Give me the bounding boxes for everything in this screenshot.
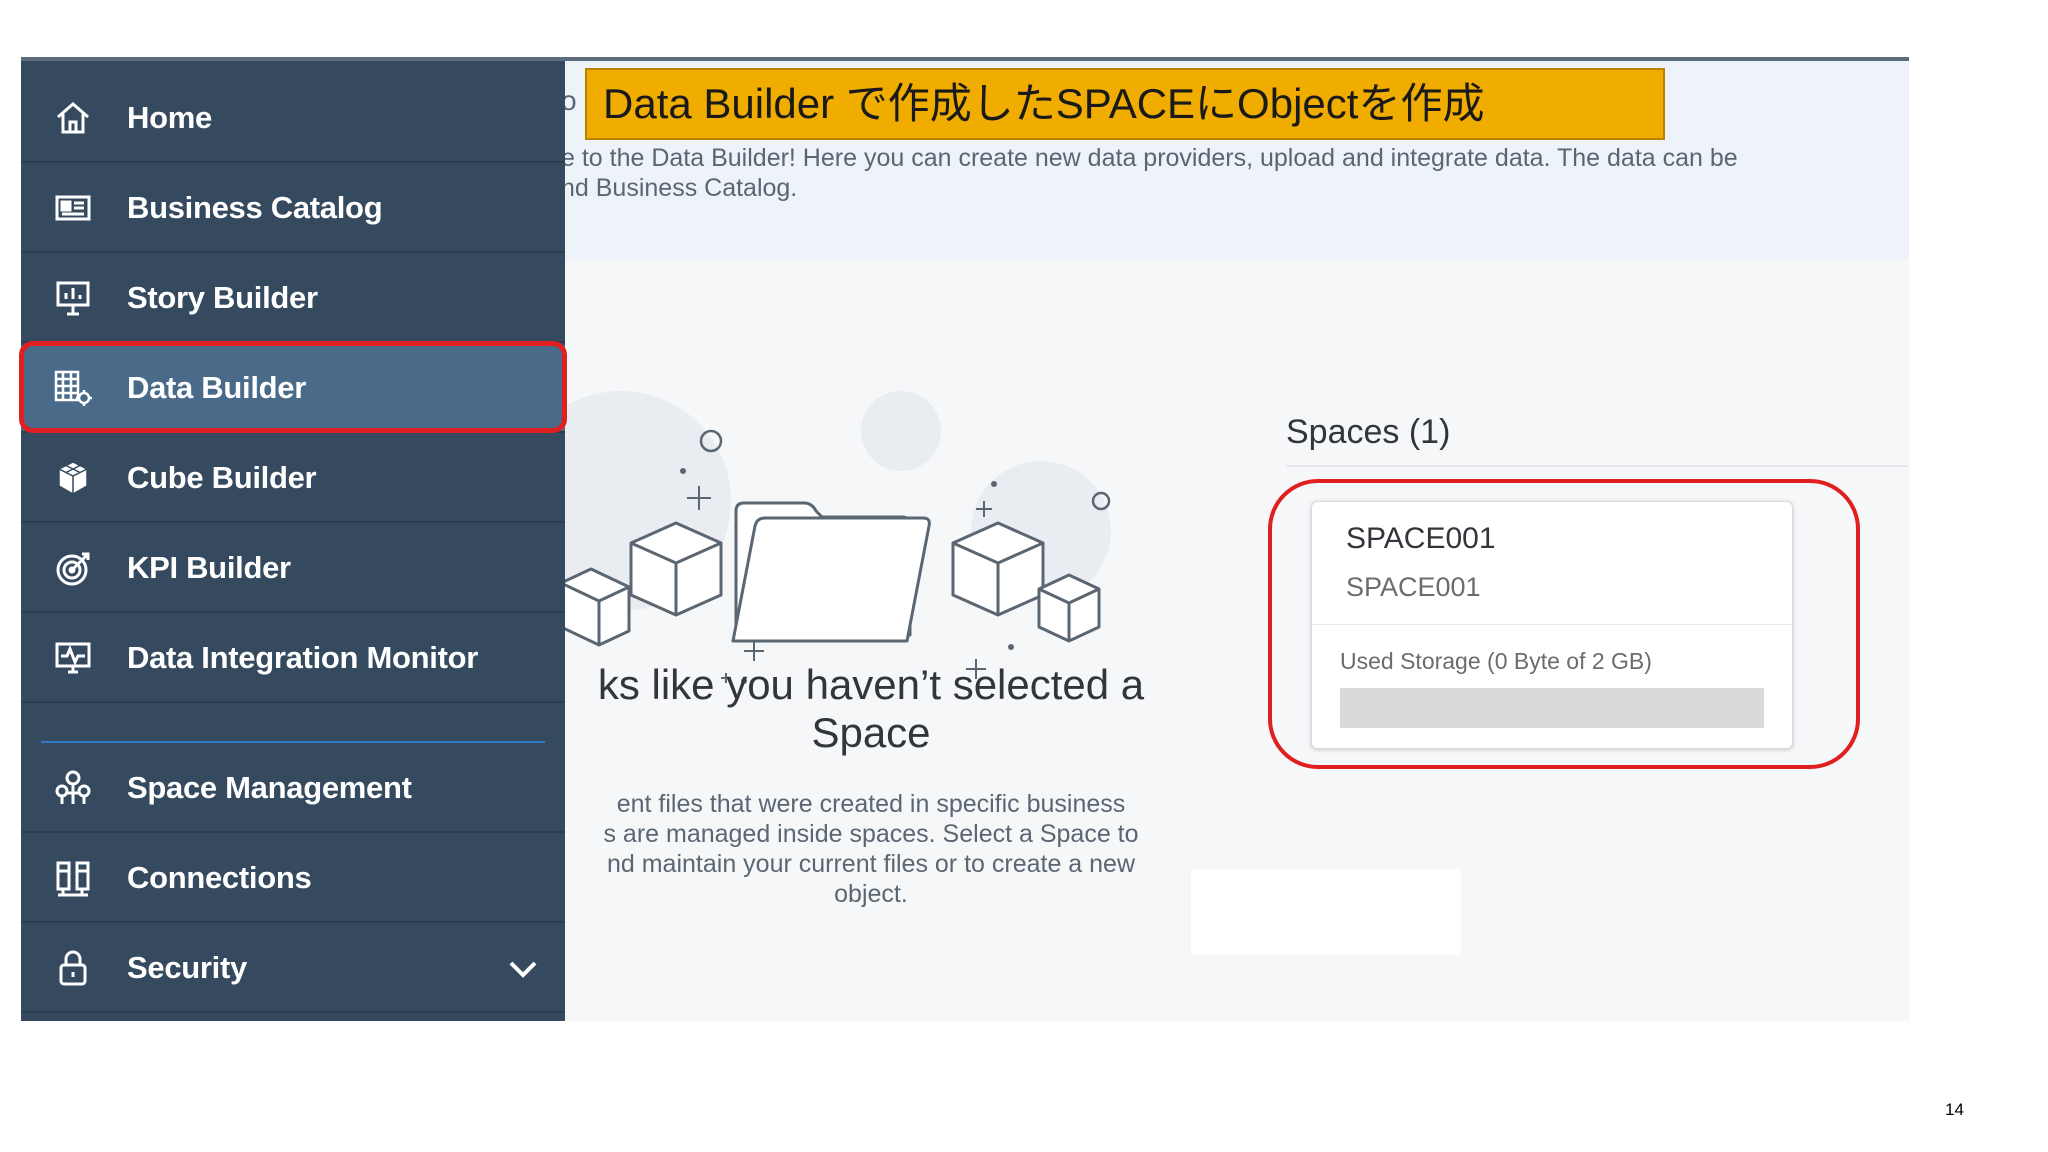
sidebar-item-kpi-builder[interactable]: KPI Builder [21,525,565,613]
sidebar-item-home[interactable]: Home [21,75,565,163]
lock-icon [53,948,93,988]
sidebar-item-label: Story Builder [127,280,318,315]
connections-icon [53,858,93,898]
sidebar-item-business-catalog[interactable]: Business Catalog [21,165,565,253]
page-number: 14 [1945,1100,1964,1119]
sidebar: Home Business Catalog Story Builder Data… [21,61,565,1021]
sidebar-item-space-management[interactable]: Space Management [21,745,565,833]
empty-state-illustration [561,391,1111,684]
spaces-heading: Spaces (1) [1286,413,1451,451]
sidebar-item-security[interactable]: Security [21,925,565,1013]
cube-icon [53,458,93,498]
header-intro-text: e to the Data Builder! Here you can crea… [561,144,1738,202]
spaces-divider [1286,465,1909,467]
sidebar-item-cube-builder[interactable]: Cube Builder [21,435,565,523]
story-icon [53,278,93,318]
sidebar-item-label: KPI Builder [127,550,291,585]
annotation-callout: Data Builder で作成したSPACEにObjectを作成 [585,68,1665,140]
spaces-highlight [1268,479,1860,769]
sidebar-item-label: Business Catalog [127,190,383,225]
monitor-icon [53,638,93,678]
empty-state-description: ent files that were created in specific … [603,790,1139,908]
sidebar-item-data-integration-monitor[interactable]: Data Integration Monitor [21,615,565,703]
sidebar-item-label: Security [127,950,247,985]
sidebar-divider [41,741,545,743]
space-management-icon [53,768,93,808]
blank-patch [1191,869,1461,955]
data-builder-highlight [19,341,567,433]
sidebar-item-label: Connections [127,860,312,895]
catalog-icon [53,188,93,228]
sidebar-item-label: Space Management [127,770,412,805]
sidebar-item-label: Home [127,100,212,135]
sidebar-item-label: Cube Builder [127,460,317,495]
home-icon [53,98,93,138]
target-icon [53,548,93,588]
sidebar-item-story-builder[interactable]: Story Builder [21,255,565,343]
sidebar-item-connections[interactable]: Connections [21,835,565,923]
empty-state-title: ks like you haven’t selected a Space [597,661,1145,756]
chevron-down-icon[interactable] [503,949,543,989]
sidebar-item-label: Data Integration Monitor [127,640,479,675]
